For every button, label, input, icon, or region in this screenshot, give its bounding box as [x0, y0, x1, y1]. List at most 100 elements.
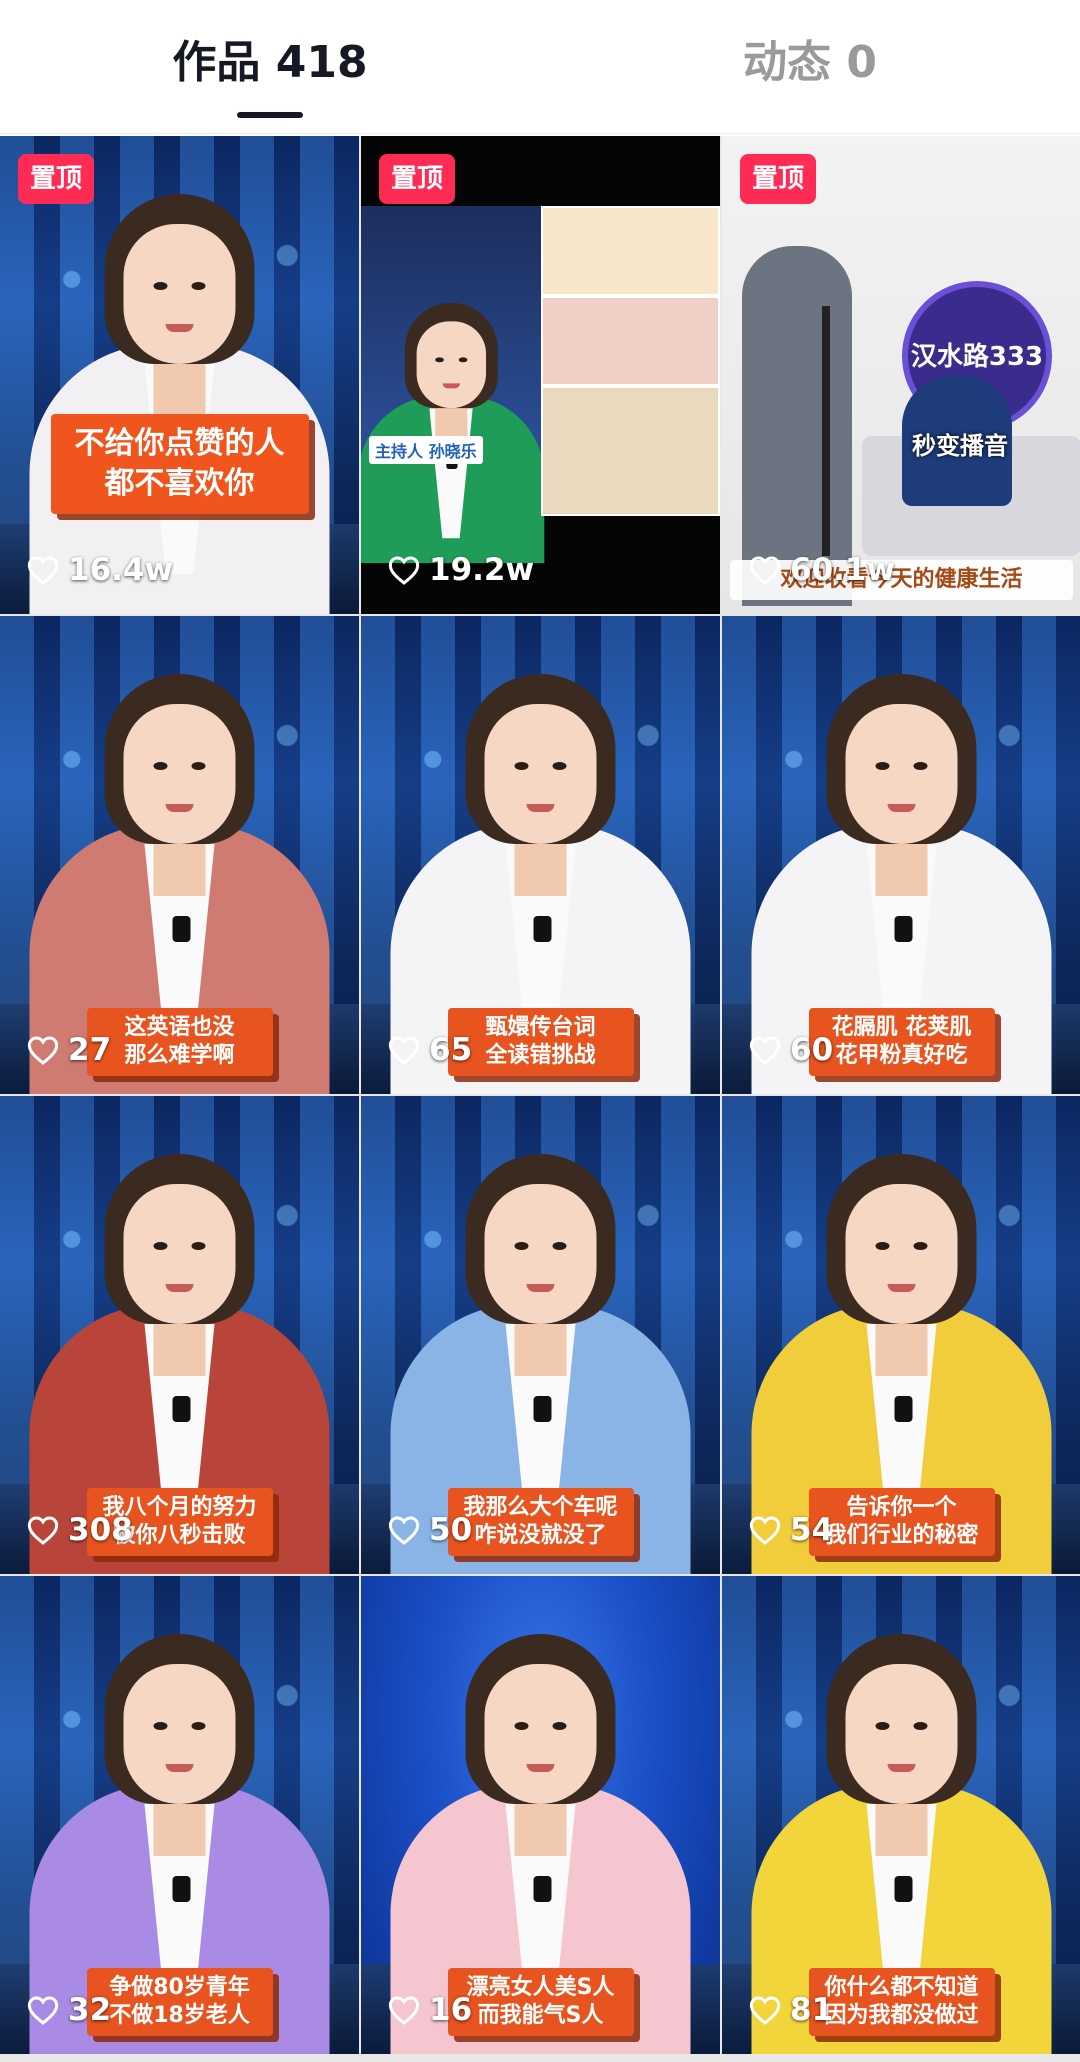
tab-works[interactable]: 作品 418: [120, 28, 420, 98]
collage-cell: [541, 296, 720, 386]
overlay-text: 秒变播音: [912, 432, 1008, 460]
mouth: [526, 1764, 555, 1772]
like-count-value: 16: [429, 1992, 473, 2028]
eye: [913, 1242, 928, 1250]
video-tile[interactable]: 你什么都不知道 因为我都没做过 81: [722, 1576, 1080, 2054]
neck: [875, 1796, 928, 1856]
like-count-value: 50: [429, 1512, 473, 1548]
eye: [191, 762, 206, 770]
active-tab-indicator: [237, 112, 303, 118]
face: [123, 224, 236, 364]
collage-cell: [541, 386, 720, 516]
like-count-value: 16.4w: [68, 552, 174, 588]
video-tile[interactable]: 主持人 孙晓乐 置顶 19.2w: [361, 136, 720, 614]
video-caption: 你什么都不知道 因为我都没做过: [808, 1968, 995, 2036]
lapel-mic: [533, 1396, 551, 1422]
eye: [191, 1242, 206, 1250]
neck: [153, 1796, 206, 1856]
heart-icon: [749, 1516, 781, 1545]
heart-icon: [27, 1516, 59, 1545]
video-caption: 争做80岁青年 不做18岁老人: [86, 1968, 273, 2036]
eye: [514, 1722, 529, 1730]
lapel-mic: [894, 1876, 912, 1902]
lapel-mic: [533, 1876, 551, 1902]
heart-icon: [749, 1996, 781, 2025]
video-grid: 不给你点赞的人 都不喜欢你 置顶 16.4w 主持人 孙晓乐 置顶 19.2w 汉水路333 秒…: [0, 136, 1080, 2062]
lapel-mic: [172, 1876, 190, 1902]
video-tile[interactable]: 甄嬛传台词 全读错挑战 65: [361, 616, 720, 1094]
video-caption: 告诉你一个 我们行业的秘密: [808, 1488, 995, 1556]
tripod: [822, 306, 830, 556]
face: [845, 704, 958, 844]
mouth: [887, 1764, 916, 1772]
eye: [913, 1722, 928, 1730]
video-tile[interactable]: 汉水路333 秒变播音 欢迎收看今天的健康生活 置顶 60.1w: [722, 136, 1080, 614]
eye: [434, 357, 444, 363]
video-tile[interactable]: 告诉你一个 我们行业的秘密 54: [722, 1096, 1080, 1574]
like-count-value: 54: [790, 1512, 834, 1548]
video-tile[interactable]: 我那么大个车呢 咋说没就没了 50: [361, 1096, 720, 1574]
eye: [514, 1242, 529, 1250]
video-caption: 这英语也没 那么难学啊: [86, 1008, 273, 1076]
face: [123, 1664, 236, 1804]
lapel-mic: [172, 916, 190, 942]
eye: [153, 1722, 168, 1730]
anchor-figure: [361, 267, 562, 564]
eye: [153, 762, 168, 770]
like-count: 19.2w: [387, 552, 534, 588]
neck: [153, 356, 206, 416]
heart-icon: [388, 556, 420, 585]
video-tile[interactable]: 漂亮女人美S人 而我能气S人 16: [361, 1576, 720, 2054]
tab-bar: 作品 418 动态 0: [0, 0, 1080, 134]
eye: [913, 762, 928, 770]
face: [845, 1184, 958, 1324]
like-count: 60: [748, 1032, 833, 1068]
like-count-value: 19.2w: [429, 552, 535, 588]
mouth: [526, 1284, 555, 1292]
video-tile[interactable]: 花膈肌 花荚肌 花甲粉真好吃 60: [722, 616, 1080, 1094]
neck: [153, 1316, 206, 1376]
video-tile[interactable]: 不给你点赞的人 都不喜欢你 置顶 16.4w: [0, 136, 359, 614]
neck: [875, 1316, 928, 1376]
neck: [514, 1796, 567, 1856]
neck: [514, 836, 567, 896]
eye: [875, 1722, 890, 1730]
mouth: [887, 1284, 916, 1292]
like-count: 60.1w: [748, 552, 895, 588]
video-tile[interactable]: 这英语也没 那么难学啊 27: [0, 616, 359, 1094]
lapel-mic: [172, 1396, 190, 1422]
like-count-value: 60.1w: [790, 552, 896, 588]
eye: [153, 1242, 168, 1250]
eye: [552, 1242, 567, 1250]
like-count-value: 65: [429, 1032, 473, 1068]
video-caption: 花膈肌 花荚肌 花甲粉真好吃: [808, 1008, 995, 1076]
mouth: [165, 324, 194, 332]
pinned-badge: 置顶: [740, 154, 817, 204]
like-count: 27: [26, 1032, 111, 1068]
video-tile[interactable]: 我八个月的努力 被你八秒击败 308: [0, 1096, 359, 1574]
like-count-value: 60: [790, 1032, 834, 1068]
pinned-badge: 置顶: [379, 154, 456, 204]
neck: [153, 836, 206, 896]
mouth: [165, 1764, 194, 1772]
eye: [514, 762, 529, 770]
tab-activity[interactable]: 动态 0: [660, 28, 960, 98]
face: [484, 1184, 597, 1324]
video-tile[interactable]: 争做80岁青年 不做18岁老人 32: [0, 1576, 359, 2054]
face: [416, 321, 486, 409]
mouth: [165, 804, 194, 812]
eye: [552, 1722, 567, 1730]
heart-icon: [749, 556, 781, 585]
like-count: 54: [748, 1512, 833, 1548]
video-caption: 漂亮女人美S人 而我能气S人: [447, 1968, 634, 2036]
heart-icon: [27, 1996, 59, 2025]
mouth: [887, 804, 916, 812]
like-count: 16: [387, 1992, 472, 2028]
heart-icon: [27, 556, 59, 585]
face: [845, 1664, 958, 1804]
face: [123, 1184, 236, 1324]
face: [484, 1664, 597, 1804]
collage-cell: [541, 206, 720, 296]
neck: [514, 1316, 567, 1376]
eye: [191, 1722, 206, 1730]
